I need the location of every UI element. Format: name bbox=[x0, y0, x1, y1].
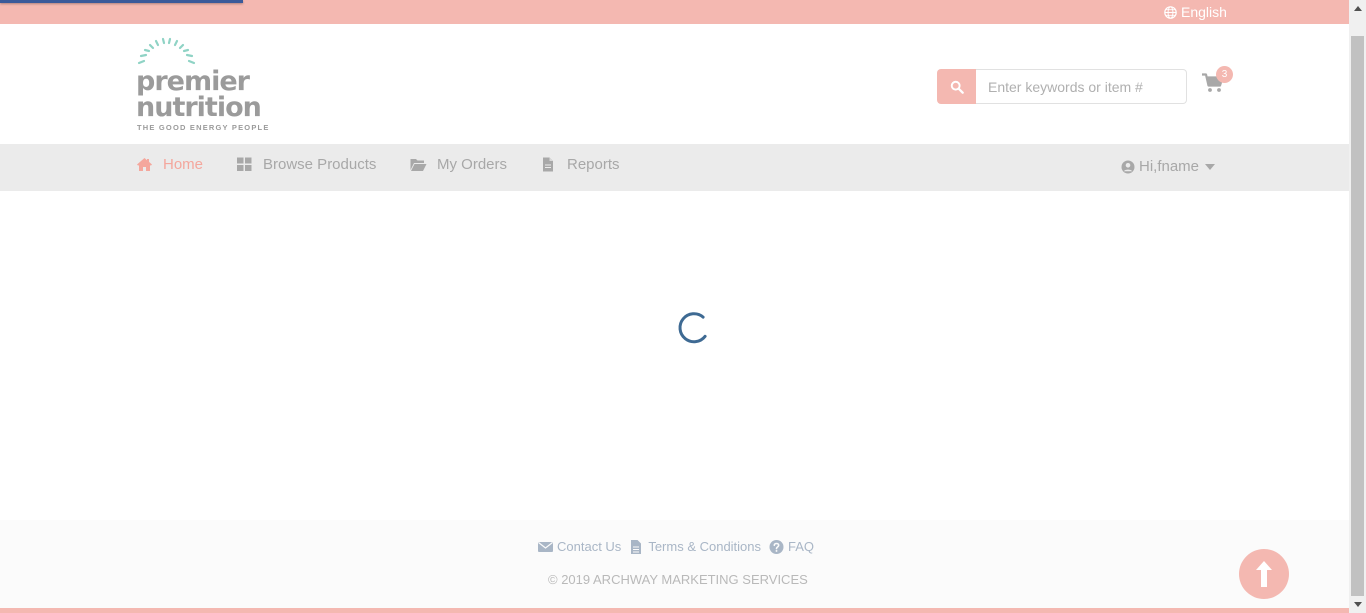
loading-spinner-icon bbox=[678, 312, 707, 344]
nav-item-label: Browse Products bbox=[263, 156, 377, 173]
scroll-up-arrow[interactable] bbox=[1349, 0, 1366, 17]
logo-sunburst-icon bbox=[137, 37, 196, 65]
file-icon bbox=[543, 157, 553, 172]
language-label: English bbox=[1181, 4, 1227, 20]
search-icon bbox=[950, 80, 964, 94]
bottom-accent-strip bbox=[0, 608, 1349, 613]
nav-item-label: Home bbox=[163, 156, 204, 173]
logo-word-nutrition: nutrition bbox=[136, 92, 262, 123]
triangle-down-icon bbox=[1353, 602, 1362, 607]
header: premier nutrition THE GOOD ENERGY PEOPLE… bbox=[0, 24, 1349, 144]
footer: Contact Us Terms & Conditions FAQ © 2019… bbox=[0, 520, 1349, 608]
user-menu-dropdown[interactable]: Hi,fname bbox=[1121, 158, 1216, 175]
arrow-up-icon bbox=[1256, 561, 1272, 587]
globe-icon bbox=[1164, 5, 1177, 19]
language-selector[interactable]: English bbox=[1164, 4, 1227, 20]
copyright-text: © 2019 ARCHWAY MARKETING SERVICES bbox=[548, 572, 808, 587]
nav-item-reports[interactable]: Reports bbox=[540, 156, 620, 173]
file-text-icon bbox=[631, 539, 642, 554]
main-nav: Home Browse Products My Orders Reports H… bbox=[0, 144, 1349, 191]
footer-link-label: FAQ bbox=[788, 539, 815, 554]
logo-word-premier: premier bbox=[136, 66, 250, 97]
vertical-scrollbar[interactable] bbox=[1349, 0, 1366, 613]
faq-link[interactable]: FAQ bbox=[769, 539, 814, 554]
cart-count-badge: 3 bbox=[1216, 66, 1233, 83]
scrollbar-thumb[interactable] bbox=[1351, 36, 1364, 596]
search-input[interactable] bbox=[976, 69, 1187, 104]
user-circle-icon bbox=[1121, 160, 1135, 173]
premier-nutrition-logo[interactable]: premier nutrition THE GOOD ENERGY PEOPLE bbox=[136, 36, 276, 136]
folder-open-icon bbox=[410, 159, 427, 171]
scroll-to-top-button[interactable] bbox=[1239, 549, 1289, 599]
home-icon bbox=[137, 158, 152, 171]
user-greeting: Hi,fname bbox=[1139, 158, 1200, 175]
terms-conditions-link[interactable]: Terms & Conditions bbox=[629, 539, 761, 554]
grid-icon bbox=[237, 157, 252, 171]
nav-item-label: Reports bbox=[567, 156, 620, 173]
nav-item-browse-products[interactable]: Browse Products bbox=[236, 156, 376, 173]
page-load-progress-bar bbox=[0, 0, 243, 3]
caret-down-icon bbox=[1205, 163, 1216, 170]
footer-links: Contact Us Terms & Conditions FAQ bbox=[538, 539, 822, 554]
question-circle-icon bbox=[769, 539, 784, 554]
envelope-icon bbox=[538, 541, 553, 552]
nav-item-label: My Orders bbox=[437, 156, 508, 173]
logo-tagline: THE GOOD ENERGY PEOPLE bbox=[137, 123, 270, 132]
footer-link-label: Terms & Conditions bbox=[648, 539, 762, 554]
top-bar: English bbox=[0, 0, 1349, 24]
footer-link-label: Contact Us bbox=[557, 539, 622, 554]
contact-us-link[interactable]: Contact Us bbox=[538, 539, 621, 554]
search-button[interactable] bbox=[937, 69, 976, 104]
cart-button[interactable]: 3 bbox=[1202, 66, 1233, 97]
nav-item-my-orders[interactable]: My Orders bbox=[410, 156, 507, 173]
scroll-down-arrow[interactable] bbox=[1349, 596, 1366, 613]
triangle-up-icon bbox=[1353, 6, 1362, 11]
nav-item-home[interactable]: Home bbox=[136, 156, 203, 173]
